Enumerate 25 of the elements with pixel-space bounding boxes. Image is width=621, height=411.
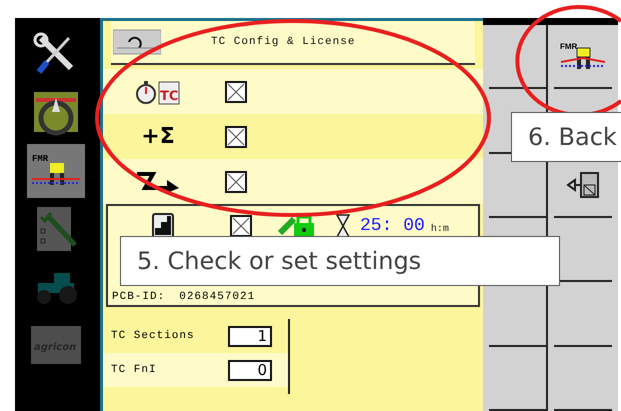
checkbox[interactable] bbox=[225, 126, 247, 148]
steering-wheel-icon bbox=[32, 90, 80, 136]
step-tooltip: 6. Back bbox=[511, 112, 621, 162]
softkey[interactable] bbox=[489, 25, 548, 90]
checkbox[interactable] bbox=[225, 170, 247, 192]
checkbox[interactable] bbox=[230, 215, 252, 237]
softkey[interactable] bbox=[489, 346, 548, 411]
pcb-id-value: 0268457021 bbox=[179, 291, 256, 303]
softkey[interactable]: FMR bbox=[554, 25, 612, 90]
checkbox[interactable] bbox=[225, 80, 247, 102]
isobus-logo bbox=[113, 28, 161, 56]
plus-sigma-symbol: +Σ bbox=[141, 124, 175, 149]
license-time: 25: 00 bbox=[360, 216, 425, 236]
field-label: TC FnI bbox=[111, 364, 158, 376]
tablet-stairs-icon bbox=[152, 213, 174, 239]
number-field[interactable]: 1 bbox=[228, 326, 272, 346]
step-tooltip: 5. Check or set settings bbox=[120, 236, 560, 286]
number-field[interactable]: 0 bbox=[228, 360, 272, 380]
pcb-id-label: PCB-ID: bbox=[112, 291, 166, 303]
zigzag-arrow-icon bbox=[135, 170, 181, 192]
back-document-icon bbox=[566, 172, 600, 198]
field-label: TC Sections bbox=[111, 330, 196, 342]
time-unit: h:m bbox=[430, 224, 449, 234]
screen-title: TC Config & License bbox=[211, 36, 356, 48]
sidebar-item[interactable]: FMR bbox=[27, 144, 85, 198]
